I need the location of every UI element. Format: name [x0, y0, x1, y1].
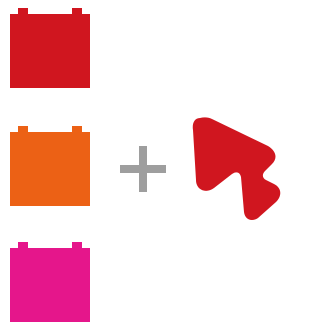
diagram-canvas: [0, 0, 285, 331]
pink-brick-icon: [10, 242, 90, 322]
orange-brick-icon: [10, 126, 90, 206]
play-arrow-logo-icon: [190, 116, 282, 224]
red-brick-icon: [10, 8, 90, 88]
plus-icon: [120, 146, 166, 192]
